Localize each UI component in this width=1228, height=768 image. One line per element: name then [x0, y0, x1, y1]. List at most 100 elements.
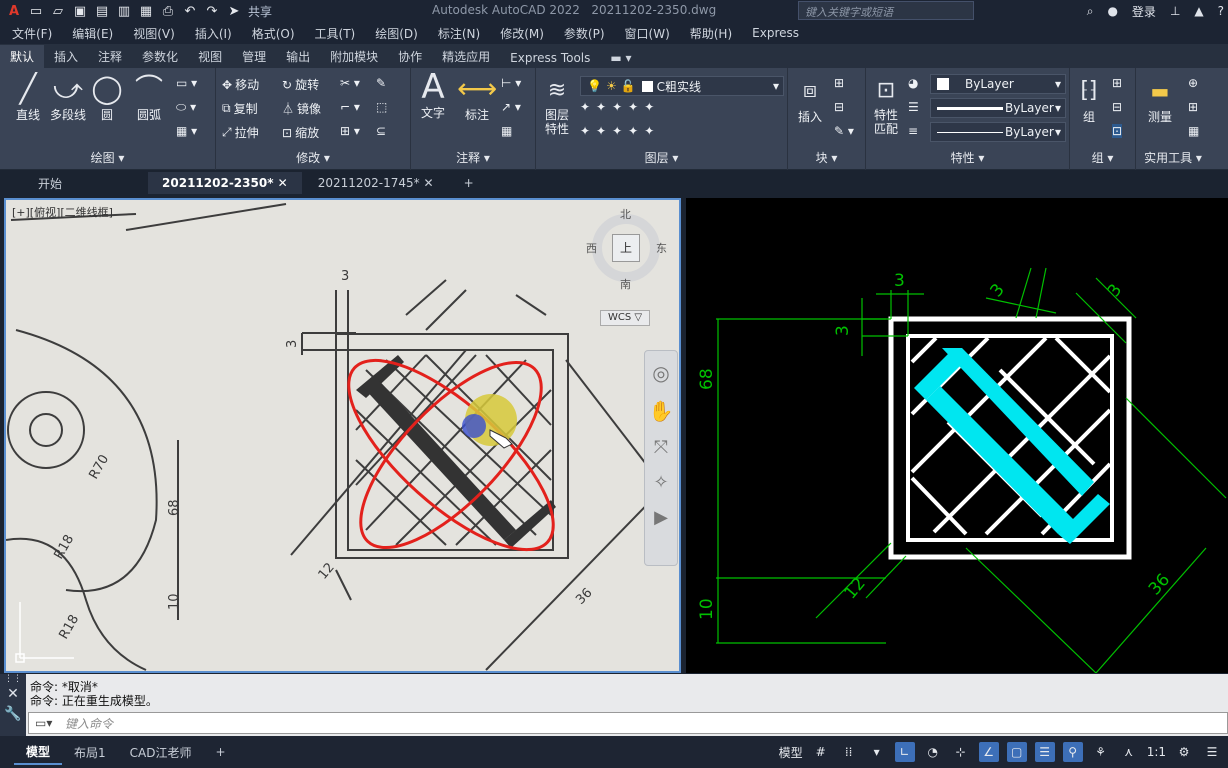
menu-item[interactable]: 修改(M)	[500, 25, 544, 42]
linear-dim-icon[interactable]: ⊢ ▾	[501, 76, 521, 90]
annotation-scale-value[interactable]: 1:1	[1147, 745, 1166, 759]
mirror-button[interactable]: ⏃ 镜像	[282, 100, 321, 117]
command-prompt-icon[interactable]: ▭▾	[35, 716, 52, 730]
menu-item[interactable]: 绘图(D)	[375, 25, 418, 42]
modify-panel-title[interactable]: 修改 ▾	[216, 149, 410, 166]
viewcube[interactable]: 上 北 南 西 东	[586, 206, 667, 291]
layer-tools-row2[interactable]: ✦✦✦✦✦	[580, 124, 660, 138]
properties-panel-title[interactable]: 特性 ▾	[866, 149, 1069, 166]
close-icon[interactable]: ✕	[278, 176, 288, 190]
layer-dropdown[interactable]: 💡 ☀ 🔓 C粗实线 ▾	[580, 76, 784, 96]
orbit-icon[interactable]: ✧	[645, 472, 677, 493]
menu-item[interactable]: 参数(P)	[564, 25, 605, 42]
tab-model[interactable]: 模型	[14, 740, 63, 765]
auto-scale-icon[interactable]: ⚘	[1091, 742, 1111, 762]
autodesk-icon[interactable]: ▲	[1194, 4, 1203, 18]
gear-icon[interactable]: ⚙	[1174, 742, 1194, 762]
lineweight-toggle-icon[interactable]: ☰	[1034, 742, 1055, 762]
undo-icon[interactable]: ↶	[182, 3, 198, 19]
layer-tools-row1[interactable]: ✦✦✦✦✦	[580, 100, 660, 114]
object-snap-tracking-icon[interactable]: ∠	[978, 742, 999, 762]
fillet-icon[interactable]: ⌐ ▾	[340, 100, 360, 114]
block-panel-title[interactable]: 块 ▾	[788, 149, 865, 166]
dropdown-icon[interactable]: ▾	[867, 742, 887, 762]
plot-icon[interactable]: ▦	[138, 3, 154, 19]
stretch-button[interactable]: ⤢ 拉伸	[222, 124, 259, 141]
tab-insert[interactable]: 插入	[44, 45, 88, 68]
showmotion-icon[interactable]: ▶	[645, 507, 677, 528]
ortho-icon[interactable]: ∟	[894, 742, 915, 762]
customize-menu-icon[interactable]: ☰	[1202, 742, 1222, 762]
new-file-icon[interactable]: ▭	[28, 3, 44, 19]
group-edit-icon[interactable]: ⊟	[1112, 100, 1122, 114]
snap-icon[interactable]: ⁞⁞	[839, 742, 859, 762]
group-button[interactable]: ⁅⁆ 组	[1072, 74, 1106, 125]
publish-icon[interactable]: ▥	[116, 3, 132, 19]
scale-button[interactable]: ⊡ 缩放	[282, 124, 319, 141]
group-panel-title[interactable]: 组 ▾	[1070, 149, 1135, 166]
arc-button[interactable]: ⌒ 圆弧	[132, 72, 166, 123]
group-select-icon[interactable]: ⊡	[1112, 124, 1123, 138]
wcs-menu[interactable]: WCS ▽	[600, 310, 650, 326]
tab-output[interactable]: 输出	[276, 45, 320, 68]
save-icon[interactable]: ▣	[72, 3, 88, 19]
insert-block-button[interactable]: ⧈ 插入	[792, 74, 828, 125]
linetype-icon[interactable]: ≡	[908, 124, 918, 138]
model-space-button[interactable]: 模型	[779, 744, 803, 761]
ungroup-icon[interactable]: ⊞	[1112, 76, 1122, 90]
menu-item[interactable]: 编辑(E)	[72, 25, 113, 42]
share-label[interactable]: 共享	[248, 3, 272, 20]
layers-panel-title[interactable]: 图层 ▾	[536, 149, 787, 166]
menu-item[interactable]: 帮助(H)	[690, 25, 732, 42]
polar-icon[interactable]: ◔	[923, 742, 943, 762]
dimension-button[interactable]: ⟷ 标注	[457, 72, 497, 123]
customize-icon[interactable]: 🔧	[0, 706, 26, 722]
tab-express-tools[interactable]: Express Tools	[500, 48, 600, 68]
viewcube-face[interactable]: 上	[612, 234, 640, 262]
grid-icon[interactable]: #	[811, 742, 831, 762]
circle-button[interactable]: ◯ 圆	[90, 72, 124, 123]
match-properties-button[interactable]: ⊡ 特性 匹配	[868, 74, 904, 136]
utilities-panel-title[interactable]: 实用工具 ▾	[1136, 149, 1210, 166]
print-icon[interactable]: ⎙	[160, 3, 176, 19]
doc-tab-active[interactable]: 20211202-2350* ✕	[148, 172, 302, 194]
color-dropdown[interactable]: ByLayer ▾	[930, 74, 1066, 94]
linetype-dropdown[interactable]: ByLayer ▾	[930, 122, 1066, 142]
ribbon-toggle-icon[interactable]: ▬ ▾	[600, 48, 641, 68]
menu-item[interactable]: 视图(V)	[133, 25, 175, 42]
edit-block-icon[interactable]: ⊟	[834, 100, 844, 114]
object-snap-icon[interactable]: ▢	[1006, 742, 1027, 762]
rectangle-icon[interactable]: ▭ ▾	[176, 76, 197, 90]
tab-cad-teacher[interactable]: CAD江老师	[118, 741, 204, 764]
close-icon[interactable]: ✕	[424, 176, 434, 190]
search-input[interactable]: 键入关键字或短语	[798, 1, 974, 20]
cart-icon[interactable]: ⊥	[1170, 4, 1180, 18]
array-icon[interactable]: ⊞ ▾	[340, 124, 360, 138]
menu-item[interactable]: 插入(I)	[195, 25, 232, 42]
tab-featured-apps[interactable]: 精选应用	[432, 45, 500, 68]
erase-icon[interactable]: ✎	[376, 76, 386, 90]
open-file-icon[interactable]: ▱	[50, 3, 66, 19]
ellipse-icon[interactable]: ⬭ ▾	[176, 100, 196, 115]
rotate-button[interactable]: ↻ 旋转	[282, 76, 319, 93]
text-button[interactable]: A 文字	[415, 70, 451, 121]
menu-item[interactable]: 工具(T)	[315, 25, 356, 42]
lineweight-icon[interactable]: ☰	[908, 100, 919, 114]
select-all-icon[interactable]: ⊞	[1188, 100, 1198, 114]
isodraft-icon[interactable]: ⊹	[951, 742, 971, 762]
draw-panel-title[interactable]: 绘图 ▾	[0, 149, 215, 166]
help-icon[interactable]: ?	[1218, 4, 1224, 18]
annotation-visibility-icon[interactable]: ⚲	[1062, 742, 1083, 762]
steering-wheel-icon[interactable]: ◎	[645, 361, 677, 385]
doc-tab[interactable]: 20211202-1745* ✕	[304, 172, 448, 194]
menu-item[interactable]: 窗口(W)	[625, 25, 670, 42]
new-tab-icon[interactable]: +	[450, 172, 488, 194]
menu-item[interactable]: 文件(F)	[12, 25, 52, 42]
lineweight-dropdown[interactable]: ByLayer ▾	[930, 98, 1066, 118]
start-tab[interactable]: 开始	[24, 171, 76, 196]
color-wheel-icon[interactable]: ◕	[908, 76, 918, 90]
close-icon[interactable]: ✕	[0, 686, 26, 702]
table-icon[interactable]: ▦	[501, 124, 512, 138]
save-as-icon[interactable]: ▤	[94, 3, 110, 19]
app-menu-icon[interactable]: A	[6, 3, 22, 19]
